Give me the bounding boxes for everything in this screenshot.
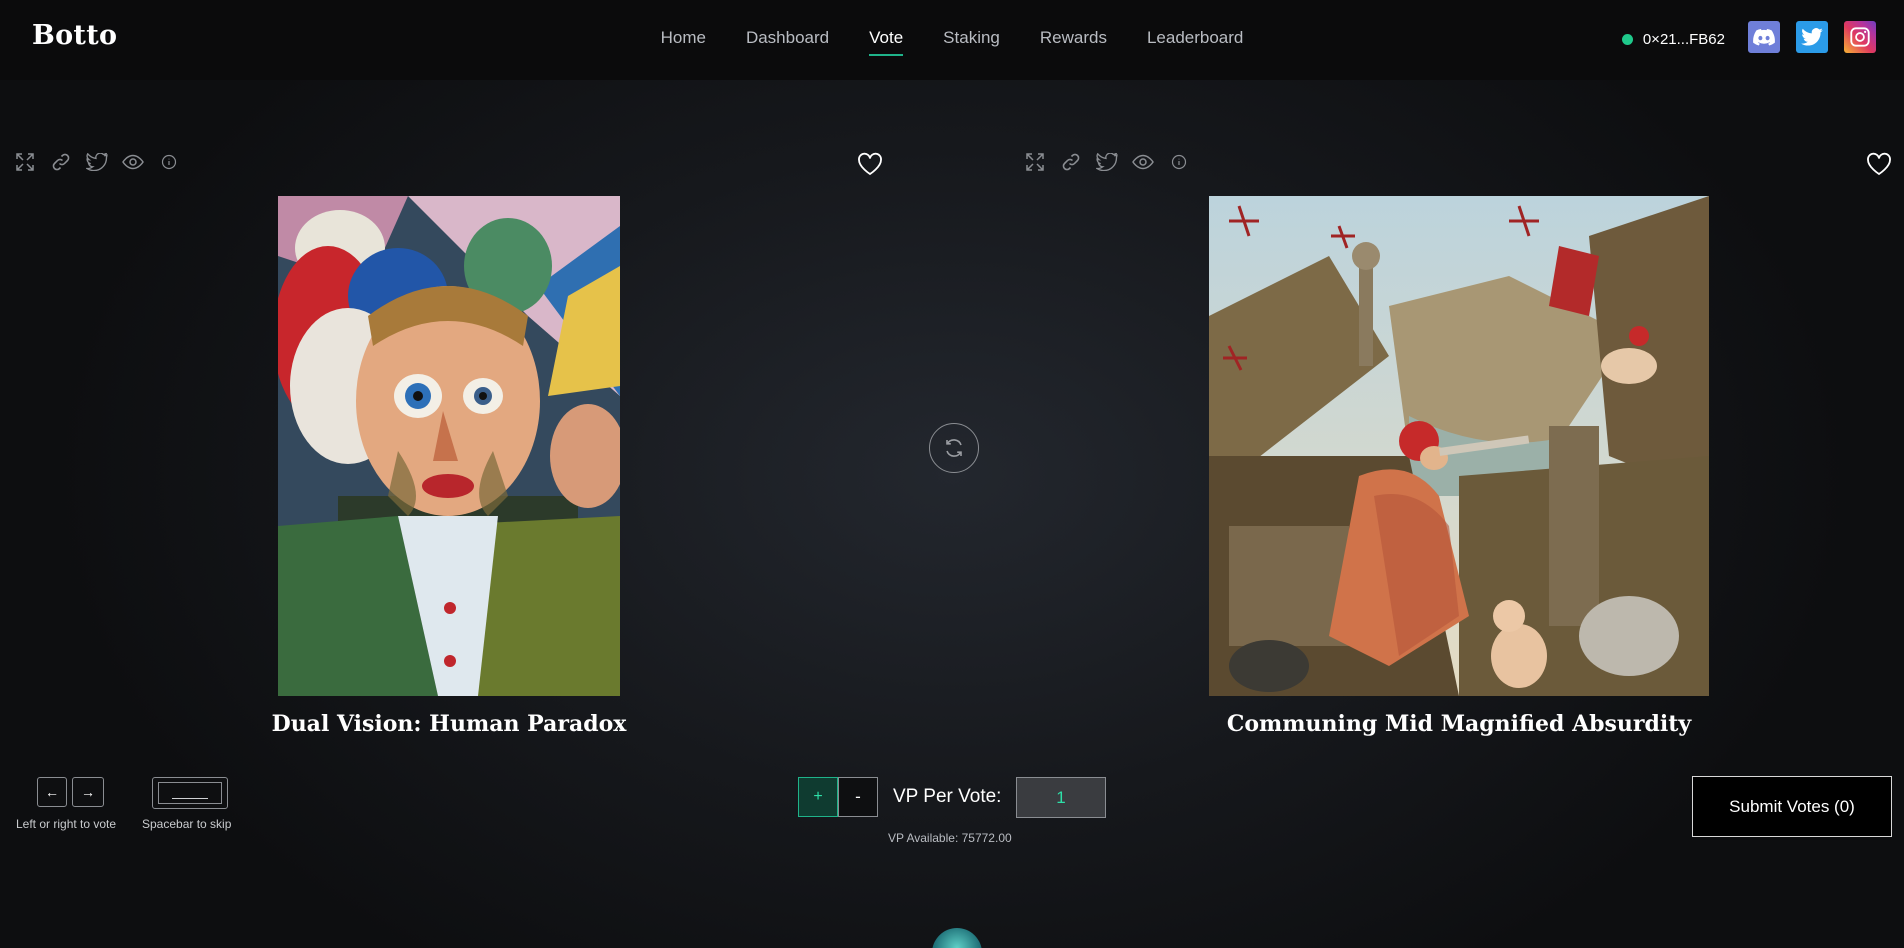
discord-icon[interactable] xyxy=(1748,21,1780,53)
right-artwork-title: Communing Mid Magnified Absurdity xyxy=(1226,711,1692,737)
top-header: Botto Home Dashboard Vote Staking Reward… xyxy=(0,0,1904,80)
nav-vote[interactable]: Vote xyxy=(869,28,904,56)
vp-per-vote-label: VP Per Vote: xyxy=(893,786,1002,807)
nav-rewards[interactable]: Rewards xyxy=(1040,28,1107,56)
link-icon[interactable] xyxy=(1060,151,1082,173)
eye-icon[interactable] xyxy=(1132,151,1154,173)
vp-decrease-button[interactable]: - xyxy=(838,777,878,817)
link-icon[interactable] xyxy=(50,151,72,173)
vp-per-vote-input[interactable] xyxy=(1016,777,1106,818)
right-arrow-key[interactable]: → xyxy=(72,777,104,807)
wallet-connection[interactable]: 0×21...FB62 xyxy=(1621,31,1725,48)
skip-refresh-button[interactable] xyxy=(929,423,979,473)
expand-icon[interactable] xyxy=(14,151,36,173)
nav-dashboard[interactable]: Dashboard xyxy=(746,28,829,56)
submit-votes-button[interactable]: Submit Votes (0) xyxy=(1692,776,1892,837)
expand-icon[interactable] xyxy=(1024,151,1046,173)
botto-logo[interactable]: Botto xyxy=(32,20,117,51)
left-art-toolbar xyxy=(14,151,180,173)
twitter-share-icon[interactable] xyxy=(1096,151,1118,173)
nav-leaderboard[interactable]: Leaderboard xyxy=(1147,28,1243,56)
refresh-icon xyxy=(946,439,962,457)
spacebar-key-face xyxy=(158,782,222,804)
twitter-icon[interactable] xyxy=(1796,21,1828,53)
left-artwork-image[interactable] xyxy=(278,196,620,696)
nav-home[interactable]: Home xyxy=(661,28,706,56)
spacebar-key[interactable] xyxy=(152,777,228,809)
left-arrow-key[interactable]: ← xyxy=(37,777,67,807)
eye-icon[interactable] xyxy=(122,151,144,173)
info-icon[interactable] xyxy=(158,151,180,173)
info-icon[interactable] xyxy=(1168,151,1190,173)
vote-hint: Left or right to vote xyxy=(16,817,117,831)
connected-status-icon xyxy=(1621,34,1633,45)
right-art-toolbar xyxy=(1024,151,1190,173)
twitter-share-icon[interactable] xyxy=(86,151,108,173)
main-nav: Home Dashboard Vote Staking Rewards Lead… xyxy=(0,28,1904,56)
left-artwork-title: Dual Vision: Human Paradox xyxy=(271,711,627,737)
wallet-address: 0×21...FB62 xyxy=(1642,31,1725,48)
nav-staking[interactable]: Staking xyxy=(943,28,1000,56)
spacebar-icon xyxy=(172,798,208,799)
right-artwork-image[interactable] xyxy=(1209,196,1709,696)
favorite-left-heart-icon[interactable] xyxy=(857,152,883,178)
skip-hint: Spacebar to skip xyxy=(142,817,232,831)
instagram-icon[interactable] xyxy=(1844,21,1876,53)
vp-available-text: VP Available: 75772.00 xyxy=(888,831,1012,845)
botto-avatar[interactable] xyxy=(932,928,982,948)
favorite-right-heart-icon[interactable] xyxy=(1866,152,1892,178)
vp-increase-button[interactable]: + xyxy=(798,777,838,817)
